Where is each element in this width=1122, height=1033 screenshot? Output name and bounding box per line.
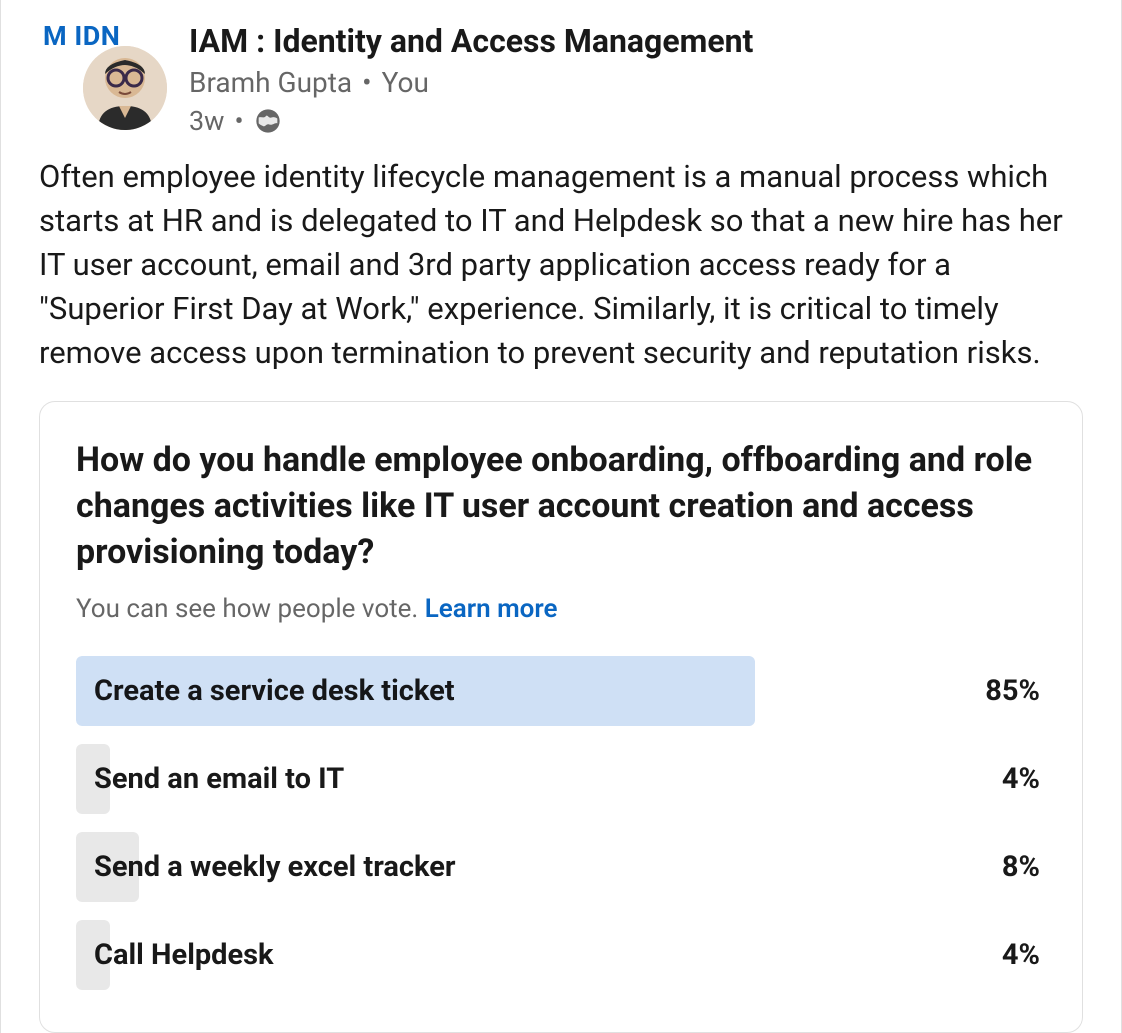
- poll-option-percent: 4%: [1002, 762, 1046, 796]
- poll-options-list: Create a service desk ticket85% Send an e…: [76, 656, 1046, 990]
- learn-more-link[interactable]: Learn more: [425, 594, 558, 624]
- post-meta: IAM : Identity and Access Management Bra…: [189, 18, 753, 137]
- poll-option-percent: 85%: [985, 674, 1046, 708]
- poll-option[interactable]: Create a service desk ticket85%: [76, 656, 1046, 726]
- post-age: 3w: [189, 105, 224, 137]
- separator-dot: •: [362, 66, 371, 99]
- post-body-text: Often employee identity lifecycle manage…: [1, 137, 1121, 375]
- poll-option-label: Send an email to IT: [76, 762, 1002, 796]
- author-relation: You: [382, 66, 429, 99]
- poll-option-label: Send a weekly excel tracker: [76, 850, 1002, 884]
- poll-option[interactable]: Call Helpdesk4%: [76, 920, 1046, 990]
- poll-sub-label: You can see how people vote.: [76, 594, 425, 624]
- poll-option-percent: 4%: [1002, 938, 1046, 972]
- poll-option[interactable]: Send an email to IT4%: [76, 744, 1046, 814]
- corner-label: M IDN: [43, 20, 120, 52]
- poll-subtext: You can see how people vote. Learn more: [76, 594, 1046, 624]
- group-name[interactable]: IAM : Identity and Access Management: [189, 22, 753, 60]
- poll-option-label: Call Helpdesk: [76, 938, 1002, 972]
- avatar-image: [83, 46, 167, 130]
- author-name[interactable]: Bramh Gupta: [189, 66, 352, 99]
- poll-option-label: Create a service desk ticket: [76, 674, 985, 708]
- poll-question: How do you handle employee onboarding, o…: [76, 438, 1046, 576]
- globe-icon: [254, 107, 282, 135]
- author-avatar[interactable]: [83, 46, 167, 130]
- author-line: Bramh Gupta • You: [189, 66, 753, 99]
- poll-option-percent: 8%: [1002, 850, 1046, 884]
- poll-option[interactable]: Send a weekly excel tracker8%: [76, 832, 1046, 902]
- poll-card: How do you handle employee onboarding, o…: [39, 401, 1083, 1033]
- separator-dot: •: [234, 105, 243, 137]
- post-card: M IDN IAM : Identity and Access Manageme…: [0, 0, 1122, 1033]
- post-header: M IDN IAM : Identity and Access Manageme…: [1, 0, 1121, 137]
- time-line: 3w •: [189, 105, 753, 137]
